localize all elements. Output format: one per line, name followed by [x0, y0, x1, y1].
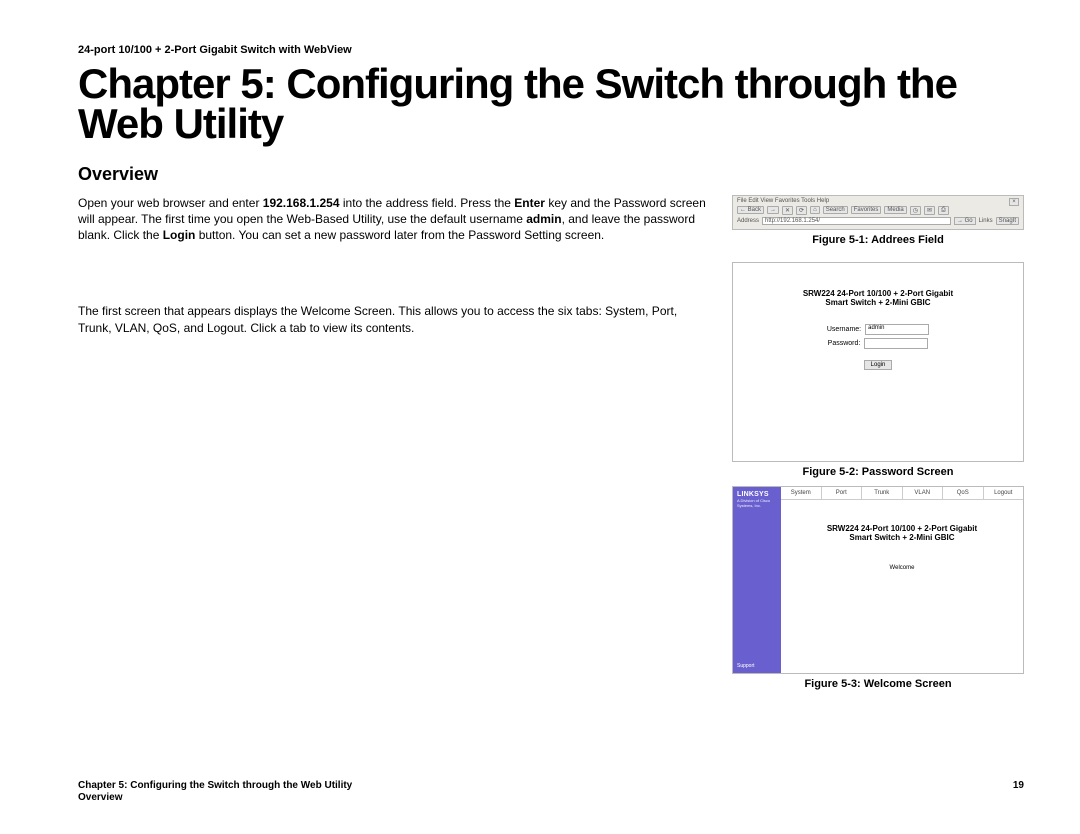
tab-port: Port: [822, 487, 863, 499]
footer-section: Overview: [78, 792, 352, 804]
tab-trunk: Trunk: [862, 487, 903, 499]
page-footer: Chapter 5: Configuring the Switch throug…: [78, 780, 1024, 804]
section-title-overview: Overview: [78, 164, 1024, 185]
paragraph-2: The first screen that appears displays t…: [78, 303, 708, 335]
fig3-tabs: System Port Trunk VLAN QoS Logout: [781, 487, 1023, 500]
figure-1-caption: Figure 5-1: Addrees Field: [732, 234, 1024, 246]
p1-text-a: Open your web browser and enter: [78, 196, 263, 210]
fig2-title-line2: Smart Switch + 2-Mini GBIC: [825, 298, 930, 307]
linksys-sublogo: A Division of Cisco Systems, Inc.: [737, 498, 777, 508]
support-link: Support: [737, 663, 777, 669]
paragraph-1: Open your web browser and enter 192.168.…: [78, 195, 708, 244]
fig3-title-line1: SRW224 24-Port 10/100 + 2-Port Gigabit: [827, 524, 977, 533]
password-label: Password:: [828, 340, 861, 347]
refresh-icon: ⟳: [796, 206, 807, 215]
page-number: 19: [1013, 780, 1024, 804]
p1-admin: admin: [526, 212, 561, 226]
figure-2-caption: Figure 5-2: Password Screen: [732, 466, 1024, 478]
fig3-content: SRW224 24-Port 10/100 + 2-Port Gigabit S…: [781, 500, 1023, 673]
tab-vlan: VLAN: [903, 487, 944, 499]
fig1-menu: File Edit View Favorites Tools Help: [737, 198, 829, 204]
close-icon: ×: [1009, 198, 1019, 206]
username-label: Username:: [827, 326, 861, 333]
footer-chapter: Chapter 5: Configuring the Switch throug…: [78, 780, 352, 792]
p1-login: Login: [163, 228, 196, 242]
tab-system: System: [781, 487, 822, 499]
snagit-button: SnagIt: [996, 217, 1019, 225]
fig3-main: System Port Trunk VLAN QoS Logout SRW224…: [781, 487, 1023, 673]
favorites-button: Favorites: [851, 206, 882, 214]
p1-text-b: into the address field. Press the: [340, 196, 515, 210]
figure-3-welcome-screen: LINKSYS A Division of Cisco Systems, Inc…: [732, 486, 1024, 674]
tab-logout: Logout: [984, 487, 1024, 499]
login-button: Login: [864, 360, 893, 370]
print-icon: ⎙: [938, 206, 949, 215]
document-header: 24-port 10/100 + 2-Port Gigabit Switch w…: [78, 44, 1024, 56]
username-input: admin: [865, 324, 929, 335]
search-button: Search: [823, 206, 848, 214]
body-text-column: Open your web browser and enter 192.168.…: [78, 195, 708, 696]
links-label: Links: [979, 218, 993, 224]
history-icon: ◷: [910, 206, 921, 215]
mail-icon: ✉: [924, 206, 935, 215]
figure-2-password-screen: SRW224 24-Port 10/100 + 2-Port Gigabit S…: [732, 262, 1024, 462]
address-label: Address: [737, 218, 759, 224]
stop-icon: ✕: [782, 206, 793, 215]
home-icon: ⌂: [810, 206, 820, 214]
p1-text-e: button. You can set a new password later…: [195, 228, 604, 242]
p1-ip: 192.168.1.254: [263, 196, 340, 210]
figures-column: File Edit View Favorites Tools Help × ← …: [732, 195, 1024, 696]
figure-1-browser-bar: File Edit View Favorites Tools Help × ← …: [732, 195, 1024, 230]
forward-icon: →: [767, 206, 779, 214]
back-button: ← Back: [737, 206, 764, 214]
linksys-logo: LINKSYS: [737, 491, 777, 498]
address-field: http://192.168.1.254/: [762, 217, 951, 225]
chapter-title: Chapter 5: Configuring the Switch throug…: [78, 64, 1024, 144]
p1-enter: Enter: [514, 196, 545, 210]
fig3-title-line2: Smart Switch + 2-Mini GBIC: [849, 533, 954, 542]
fig2-title-line1: SRW224 24-Port 10/100 + 2-Port Gigabit: [803, 289, 953, 298]
fig3-sidebar: LINKSYS A Division of Cisco Systems, Inc…: [733, 487, 781, 673]
welcome-text: Welcome: [781, 565, 1023, 571]
password-input: [864, 338, 928, 349]
figure-3-caption: Figure 5-3: Welcome Screen: [732, 678, 1024, 690]
go-button: → Go: [954, 217, 976, 225]
media-button: Media: [884, 206, 906, 214]
tab-qos: QoS: [943, 487, 984, 499]
